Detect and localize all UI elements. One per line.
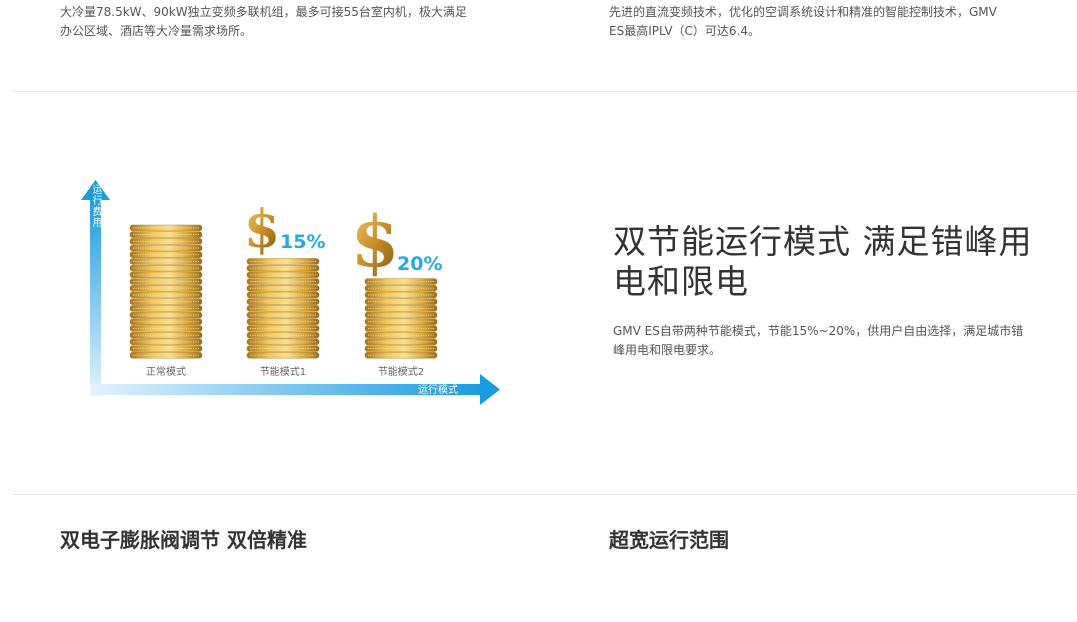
top-right-line-1: 先进的直流变频技术，优化的空调系统设计和精准的智能控制技术，GMV bbox=[609, 5, 997, 19]
heading-wide-operating-range: 超宽运行范围 bbox=[609, 528, 729, 552]
heading-double-expansion-valve: 双电子膨胀阀调节 双倍精准 bbox=[60, 528, 307, 552]
energy-mode-infographic: 运行费用 运行模式 $ 15% $ 20% 正常模式 节能模式1 节能模式2 bbox=[81, 180, 500, 405]
x-axis-arrow-icon bbox=[480, 374, 500, 405]
coin-stack-1 bbox=[129, 224, 203, 359]
saving-percent-2: 20% bbox=[397, 253, 442, 275]
x-axis-label: 运行模式 bbox=[418, 383, 458, 396]
stack-label-normal: 正常模式 bbox=[146, 365, 186, 378]
top-left-text: 大冷量78.5kW、90kW独立变频多联机组，最多可接55台室内机，极大满足 办… bbox=[60, 3, 530, 41]
feature-title-line-1: 双节能运行模式 满足错峰用 bbox=[613, 222, 1033, 261]
feature-desc-line-2: 峰用电和限电要求。 bbox=[613, 343, 722, 357]
dollar-icon-1: $ bbox=[244, 199, 280, 260]
top-right-line-2: ES最高IPLV（C）可达6.4。 bbox=[609, 24, 761, 38]
top-left-line-1: 大冷量78.5kW、90kW独立变频多联机组，最多可接55台室内机，极大满足 bbox=[60, 5, 467, 19]
top-right-text: 先进的直流变频技术，优化的空调系统设计和精准的智能控制技术，GMV ES最高IP… bbox=[609, 3, 1069, 41]
top-left-line-2: 办公区域、酒店等大冷量需求场所。 bbox=[60, 24, 253, 38]
feature-title-line-2: 电和限电 bbox=[613, 262, 749, 301]
divider-bottom bbox=[12, 494, 1077, 495]
saving-percent-1: 15% bbox=[280, 231, 325, 253]
stack-label-eco-1: 节能模式1 bbox=[260, 365, 306, 378]
coin-stack-2 bbox=[246, 258, 320, 359]
dollar-icon-2: $ bbox=[351, 200, 400, 283]
divider-top bbox=[12, 91, 1077, 92]
feature-desc-line-1: GMV ES自带两种节能模式，节能15%~20%，供用户自由选择，满足城市错 bbox=[613, 324, 1024, 338]
feature-block: 双节能运行模式 满足错峰用 电和限电 GMV ES自带两种节能模式，节能15%~… bbox=[613, 222, 1073, 360]
feature-description: GMV ES自带两种节能模式，节能15%~20%，供用户自由选择，满足城市错 峰… bbox=[613, 322, 1073, 360]
coin-stack-3 bbox=[364, 278, 438, 359]
y-axis-label: 运行费用 bbox=[90, 184, 102, 228]
stack-label-eco-2: 节能模式2 bbox=[378, 365, 424, 378]
